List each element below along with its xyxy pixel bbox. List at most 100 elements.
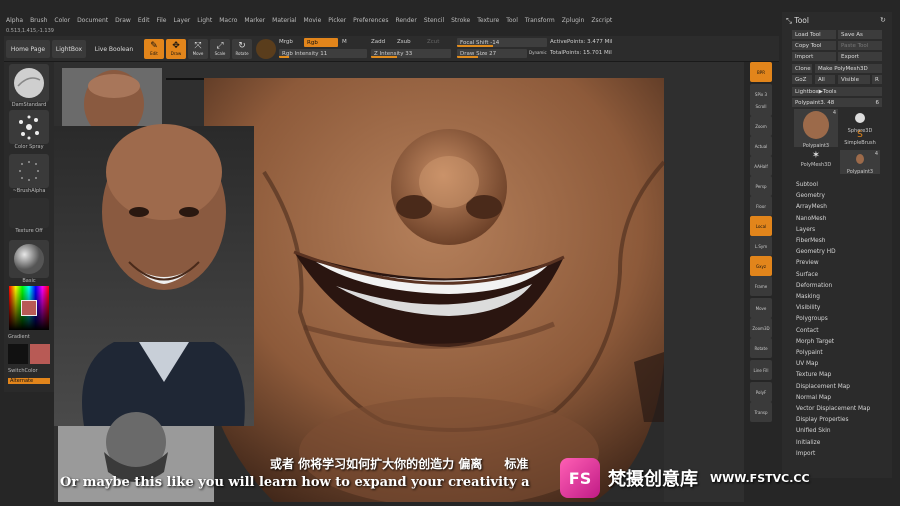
rtool-l-sym[interactable]: L.Sym — [750, 236, 772, 256]
menu-edit[interactable]: Edit — [138, 17, 150, 24]
save-as-button[interactable]: Save As — [838, 30, 882, 39]
alpha-selector[interactable]: ~BrushAlpha — [8, 154, 50, 194]
subpalette-arraymesh[interactable]: ArrayMesh — [796, 204, 827, 210]
material-selector[interactable]: Basic — [8, 240, 50, 284]
zadd-toggle[interactable]: Zadd — [371, 39, 385, 45]
rtool-floor[interactable]: Floor — [750, 196, 772, 216]
rgb-toggle[interactable]: Rgb — [304, 38, 338, 47]
current-tool-slider[interactable]: Polypaint3. 48 6 — [792, 98, 882, 107]
rtool-zoom3d[interactable]: Zoom3D — [750, 318, 772, 338]
menu-picker[interactable]: Picker — [328, 17, 346, 24]
material-sphere-icon[interactable] — [256, 39, 276, 59]
export-button[interactable]: Export — [838, 52, 882, 61]
dynamic-toggle[interactable]: Dynamic — [529, 50, 547, 55]
menu-texture[interactable]: Texture — [477, 17, 499, 24]
rtool-persp[interactable]: Persp — [750, 176, 772, 196]
goz-button[interactable]: GoZ — [792, 75, 812, 84]
menu-file[interactable]: File — [156, 17, 166, 24]
subpalette-texture-map[interactable]: Texture Map — [796, 372, 831, 378]
subpalette-contact[interactable]: Contact — [796, 328, 819, 334]
menu-draw[interactable]: Draw — [115, 17, 131, 24]
zsub-toggle[interactable]: Zsub — [397, 39, 411, 45]
rtool-zoom[interactable]: Zoom — [750, 116, 772, 136]
menu-tool[interactable]: Tool — [506, 17, 518, 24]
rtool-local[interactable]: Local — [750, 216, 772, 236]
subpalette-surface[interactable]: Surface — [796, 272, 818, 278]
subpalette-display-properties[interactable]: Display Properties — [796, 417, 849, 423]
subpalette-morph-target[interactable]: Morph Target — [796, 339, 834, 345]
goz-visible-button[interactable]: Visible — [838, 75, 870, 84]
tool-thumb-sphere3d[interactable]: Sphere3D — [840, 109, 880, 134]
menu-marker[interactable]: Marker — [244, 17, 265, 24]
gradient-label[interactable]: Gradient — [8, 334, 50, 340]
z-intensity-slider[interactable]: Z Intensity 33 — [371, 49, 451, 58]
rtool-rotate[interactable]: Rotate — [750, 338, 772, 358]
subpalette-uv-map[interactable]: UV Map — [796, 361, 818, 367]
draw-size-slider[interactable]: Draw Size 27 — [457, 49, 527, 58]
lightbox-tools-button[interactable]: Lightbox▶Tools — [792, 87, 882, 96]
color-wheel[interactable] — [9, 286, 49, 330]
subpalette-visibility[interactable]: Visibility — [796, 305, 820, 311]
menu-layer[interactable]: Layer — [174, 17, 191, 24]
rtool-move[interactable]: Move — [750, 298, 772, 318]
menu-zscript[interactable]: Zscript — [591, 17, 612, 24]
subpalette-normal-map[interactable]: Normal Map — [796, 395, 831, 401]
menu-stroke[interactable]: Stroke — [451, 17, 470, 24]
subpalette-layers[interactable]: Layers — [796, 227, 815, 233]
subpalette-nanomesh[interactable]: NanoMesh — [796, 216, 826, 222]
mrgb-toggle[interactable]: Mrgb — [279, 39, 293, 45]
tool-thumb-polypaint-2[interactable]: Polypaint3 4 — [840, 150, 880, 175]
menu-material[interactable]: Material — [272, 17, 296, 24]
move-mode-button[interactable]: ⤧ Move — [188, 39, 208, 59]
menu-color[interactable]: Color — [54, 17, 70, 24]
menu-brush[interactable]: Brush — [30, 17, 47, 24]
menu-document[interactable]: Document — [77, 17, 108, 24]
scale-mode-button[interactable]: ⤢ Scale — [210, 39, 230, 59]
subpalette-subtool[interactable]: Subtool — [796, 182, 818, 188]
rtool-bpr[interactable]: BPR — [750, 62, 772, 82]
copy-tool-button[interactable]: Copy Tool — [792, 41, 836, 50]
menu-alpha[interactable]: Alpha — [6, 17, 23, 24]
subpalette-preview[interactable]: Preview — [796, 260, 819, 266]
document-canvas[interactable] — [54, 62, 744, 502]
menu-transform[interactable]: Transform — [525, 17, 555, 24]
subpalette-masking[interactable]: Masking — [796, 294, 820, 300]
live-boolean-button[interactable]: Live Boolean — [88, 40, 140, 58]
import-button[interactable]: Import — [792, 52, 836, 61]
refresh-icon[interactable]: ↻ — [880, 16, 886, 24]
subpalette-vector-displacement-map[interactable]: Vector Displacement Map — [796, 406, 870, 412]
menu-stencil[interactable]: Stencil — [424, 17, 444, 24]
subpalette-polygroups[interactable]: Polygroups — [796, 316, 828, 322]
subpalette-polypaint[interactable]: Polypaint — [796, 350, 823, 356]
rtool-scroll[interactable]: Scroll — [750, 96, 772, 116]
menu-macro[interactable]: Macro — [219, 17, 237, 24]
rtool-transp[interactable]: Transp — [750, 402, 772, 422]
goz-r-button[interactable]: R — [872, 75, 882, 84]
tool-thumb-polymesh3d[interactable]: ✶ PolyMesh3D — [794, 150, 838, 174]
rtool-aahalf[interactable]: AAHalf — [750, 156, 772, 176]
color-picker[interactable] — [8, 286, 50, 330]
home-page-button[interactable]: Home Page — [6, 40, 50, 58]
alternate-button[interactable]: Alternate — [8, 378, 50, 384]
menu-preferences[interactable]: Preferences — [353, 17, 388, 24]
subpalette-unified-skin[interactable]: Unified Skin — [796, 428, 831, 434]
subpalette-fibermesh[interactable]: FiberMesh — [796, 238, 825, 244]
secondary-color-swatch[interactable] — [30, 344, 50, 364]
clone-button[interactable]: Clone — [792, 64, 812, 73]
subpalette-geometry-hd[interactable]: Geometry HD — [796, 249, 836, 255]
menu-render[interactable]: Render — [395, 17, 416, 24]
brush-selector[interactable]: DamStandard — [8, 64, 50, 108]
subpalette-initialize[interactable]: Initialize — [796, 440, 820, 446]
main-color-swatch[interactable] — [8, 344, 28, 364]
rtool-line-fill[interactable]: Line Fill — [750, 360, 772, 380]
subpalette-geometry[interactable]: Geometry — [796, 193, 825, 199]
load-tool-button[interactable]: Load Tool — [792, 30, 836, 39]
rtool-actual[interactable]: Actual — [750, 136, 772, 156]
subpalette-displacement-map[interactable]: Displacement Map — [796, 384, 850, 390]
rtool-polyf[interactable]: PolyF — [750, 382, 772, 402]
lightbox-button[interactable]: LightBox — [52, 40, 86, 58]
switch-color-button[interactable]: SwitchColor — [8, 368, 50, 374]
color-swatches[interactable] — [8, 344, 50, 366]
zcut-toggle[interactable]: Zcut — [427, 39, 439, 45]
paste-tool-button[interactable]: Paste Tool — [838, 41, 882, 50]
